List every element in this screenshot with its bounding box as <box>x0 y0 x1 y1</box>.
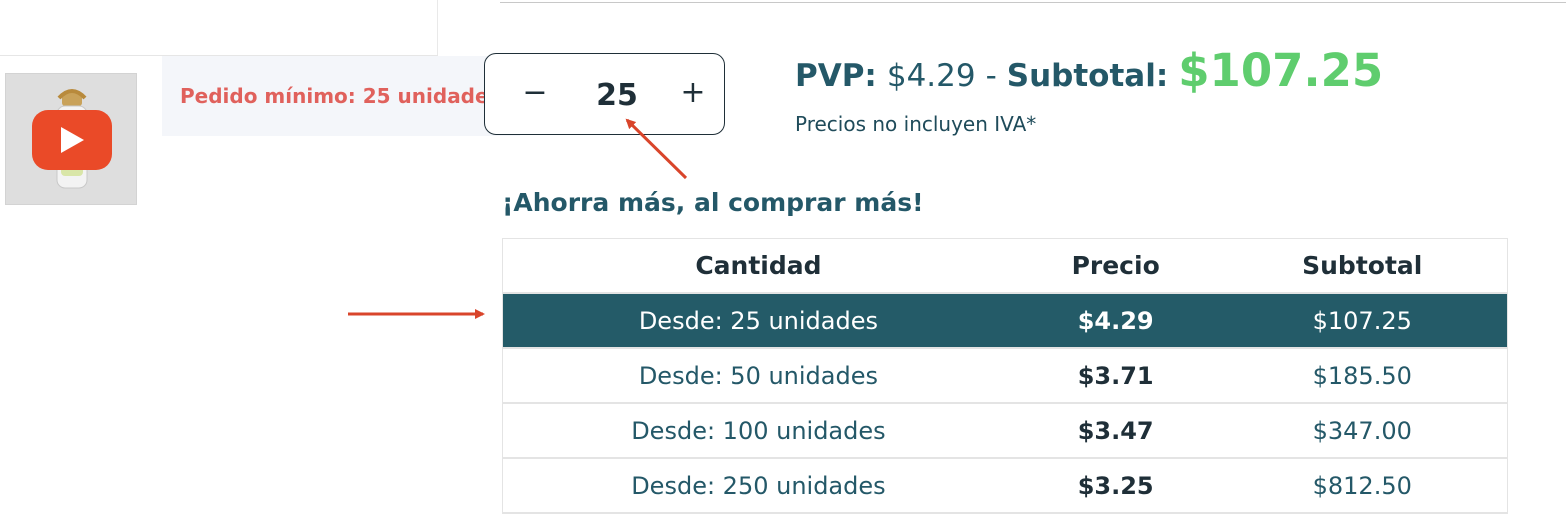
tier-quantity: Desde: 50 unidades <box>638 361 878 390</box>
quantity-stepper[interactable]: − + <box>484 53 725 135</box>
volume-discount-heading: ¡Ahorra más, al comprar más! <box>502 188 924 217</box>
volume-pricing-table: Cantidad Precio Subtotal Desde: 25 unida… <box>502 238 1508 514</box>
tier-price: $3.71 <box>1077 361 1154 390</box>
table-row[interactable]: Desde: 250 unidades $3.25 $812.50 <box>502 458 1508 513</box>
tier-subtotal: $107.25 <box>1217 293 1508 348</box>
tax-note: Precios no incluyen IVA* <box>795 112 1037 136</box>
play-icon[interactable] <box>32 110 112 170</box>
table-row[interactable]: Desde: 25 unidades $4.29 $107.25 <box>502 293 1508 348</box>
price-separator: - <box>985 58 997 94</box>
column-header: Subtotal <box>1302 251 1423 280</box>
divider <box>437 0 438 55</box>
tier-subtotal: $812.50 <box>1312 471 1412 500</box>
table-header-row: Cantidad Precio Subtotal <box>502 238 1508 293</box>
tier-subtotal: $347.00 <box>1312 416 1412 445</box>
increment-button[interactable]: + <box>673 70 713 118</box>
tier-quantity: Desde: 250 unidades <box>631 471 886 500</box>
pvp-label: PVP: <box>795 58 877 94</box>
tier-quantity: Desde: 25 unidades <box>502 293 1014 348</box>
min-order-text: Pedido mínimo: 25 unidades <box>180 84 501 108</box>
table-row[interactable]: Desde: 50 unidades $3.71 $185.50 <box>502 348 1508 403</box>
column-header: Precio <box>1071 251 1160 280</box>
min-order-notice: Pedido mínimo: 25 unidades <box>162 56 520 136</box>
quantity-input[interactable] <box>570 72 664 118</box>
tier-subtotal: $185.50 <box>1312 361 1412 390</box>
subtotal-label: Subtotal: <box>1006 58 1169 94</box>
pvp-value: $4.29 <box>886 58 976 94</box>
tier-quantity: Desde: 100 unidades <box>631 416 886 445</box>
divider <box>500 2 1566 3</box>
tier-price: $3.25 <box>1077 471 1154 500</box>
tier-price: $3.47 <box>1077 416 1154 445</box>
subtotal-value: $107.25 <box>1178 44 1384 97</box>
table-row[interactable]: Desde: 100 unidades $3.47 $347.00 <box>502 403 1508 458</box>
price-summary: PVP: $4.29 - Subtotal: $107.25 <box>795 44 1383 104</box>
tier-price: $4.29 <box>1013 293 1218 348</box>
column-header: Cantidad <box>695 251 822 280</box>
product-video-thumbnail[interactable] <box>5 73 137 205</box>
decrement-button[interactable]: − <box>515 70 555 118</box>
